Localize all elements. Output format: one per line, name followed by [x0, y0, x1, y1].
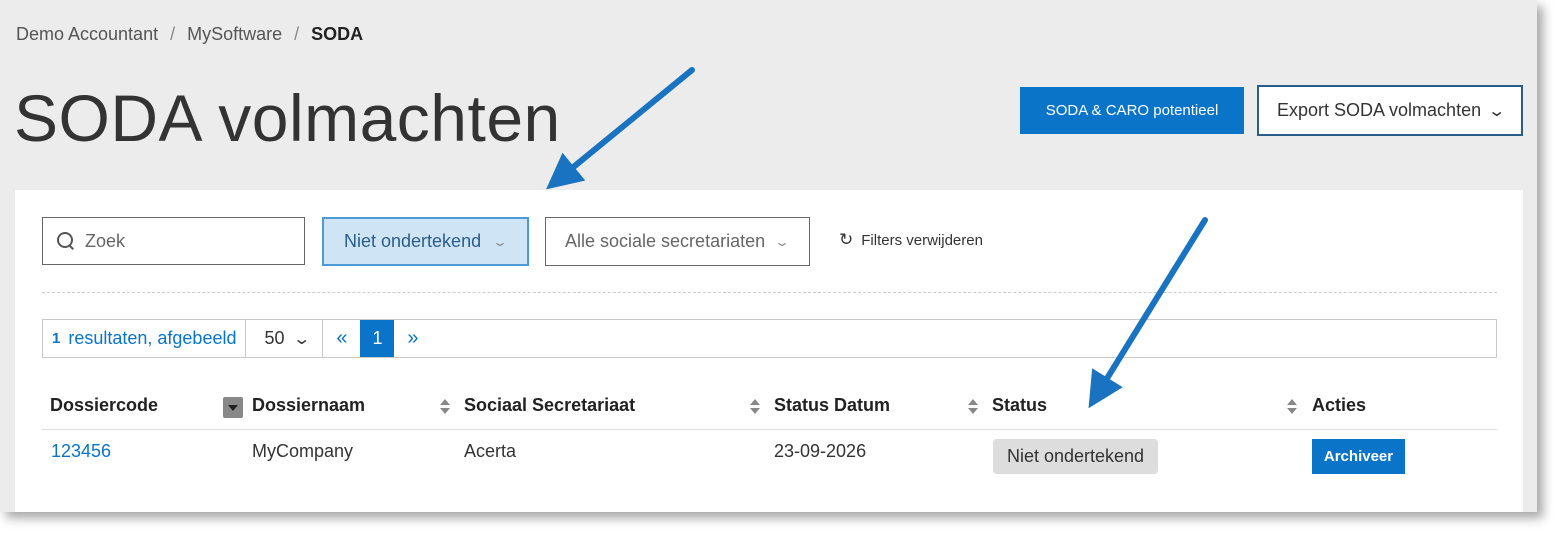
sort-desc-icon[interactable] [223, 397, 243, 418]
export-label: Export SODA volmachten [1277, 100, 1482, 120]
refresh-icon: ↻ [839, 230, 854, 249]
soda-caro-potential-button[interactable]: SODA & CARO potentieel [1020, 87, 1244, 134]
reset-filters-label: Filters verwijderen [861, 231, 983, 249]
page-title: SODA volmachten [14, 81, 561, 155]
page-size-select[interactable]: 50 ⌄ [246, 320, 324, 357]
chevron-down-icon: ⌄ [492, 234, 509, 249]
table-row-divider [42, 429, 1497, 430]
page-1-button[interactable]: 1 [360, 320, 395, 357]
column-header-status[interactable]: Status [992, 395, 1047, 416]
search-field[interactable] [42, 217, 305, 265]
column-header-dossiercode[interactable]: Dossiercode [50, 395, 158, 416]
result-count: 1 [52, 330, 61, 347]
results-summary: 1 resultaten, afgebeeld [43, 320, 247, 357]
breadcrumb-item-current: SODA [311, 24, 364, 44]
secretariat-filter-value: Alle sociale secretariaten [565, 231, 766, 251]
breadcrumb: Demo Accountant / MySoftware / SODA [16, 24, 363, 45]
chevron-down-icon: ⌄ [1486, 102, 1506, 120]
page-size-value: 50 [264, 328, 285, 348]
search-icon [57, 232, 75, 250]
status-badge: Niet ondertekend [993, 439, 1158, 474]
column-header-acties: Acties [1312, 395, 1367, 415]
column-header-status-datum[interactable]: Status Datum [774, 395, 890, 416]
reset-filters-button[interactable]: ↻ Filters verwijderen [839, 230, 983, 250]
breadcrumb-item-accountant[interactable]: Demo Accountant [16, 24, 158, 45]
sort-icon[interactable] [750, 399, 760, 415]
status-filter-dropdown[interactable]: Niet ondertekend ⌄ [322, 217, 529, 266]
sort-icon[interactable] [440, 399, 450, 415]
secretariaat-cell: Acerta [464, 441, 517, 461]
breadcrumb-separator: / [294, 24, 300, 44]
pagination-bar: 1 resultaten, afgebeeld 50 ⌄ « 1 » [42, 319, 1497, 358]
divider [42, 292, 1497, 293]
next-page-button[interactable]: » [394, 320, 431, 357]
archive-button[interactable]: Archiveer [1312, 439, 1405, 474]
previous-page-button[interactable]: « [323, 320, 360, 357]
search-input[interactable] [85, 230, 285, 252]
breadcrumb-separator: / [170, 24, 176, 44]
status-filter-value: Niet ondertekend [344, 231, 482, 251]
status-date-cell: 23-09-2026 [774, 441, 867, 461]
column-header-dossiernaam[interactable]: Dossiernaam [252, 395, 365, 416]
export-dropdown-button[interactable]: Export SODA volmachten ⌄ [1257, 85, 1523, 136]
chevron-down-icon: ⌄ [774, 234, 791, 249]
secretariat-filter-dropdown[interactable]: Alle sociale secretariaten ⌄ [545, 217, 810, 266]
chevron-down-icon: ⌄ [291, 330, 311, 348]
result-text: resultaten, afgebeeld [68, 328, 237, 348]
sort-icon[interactable] [968, 399, 978, 415]
dossiernaam-cell: MyCompany [252, 441, 354, 461]
breadcrumb-item-software[interactable]: MySoftware [187, 24, 282, 45]
sort-icon[interactable] [1287, 399, 1297, 415]
dossiercode-link[interactable]: 123456 [51, 441, 111, 462]
content-card: Niet ondertekend ⌄ Alle sociale secretar… [15, 190, 1523, 512]
column-header-secretariaat[interactable]: Sociaal Secretariaat [464, 395, 635, 416]
app-frame: Demo Accountant / MySoftware / SODA SODA… [0, 0, 1537, 512]
